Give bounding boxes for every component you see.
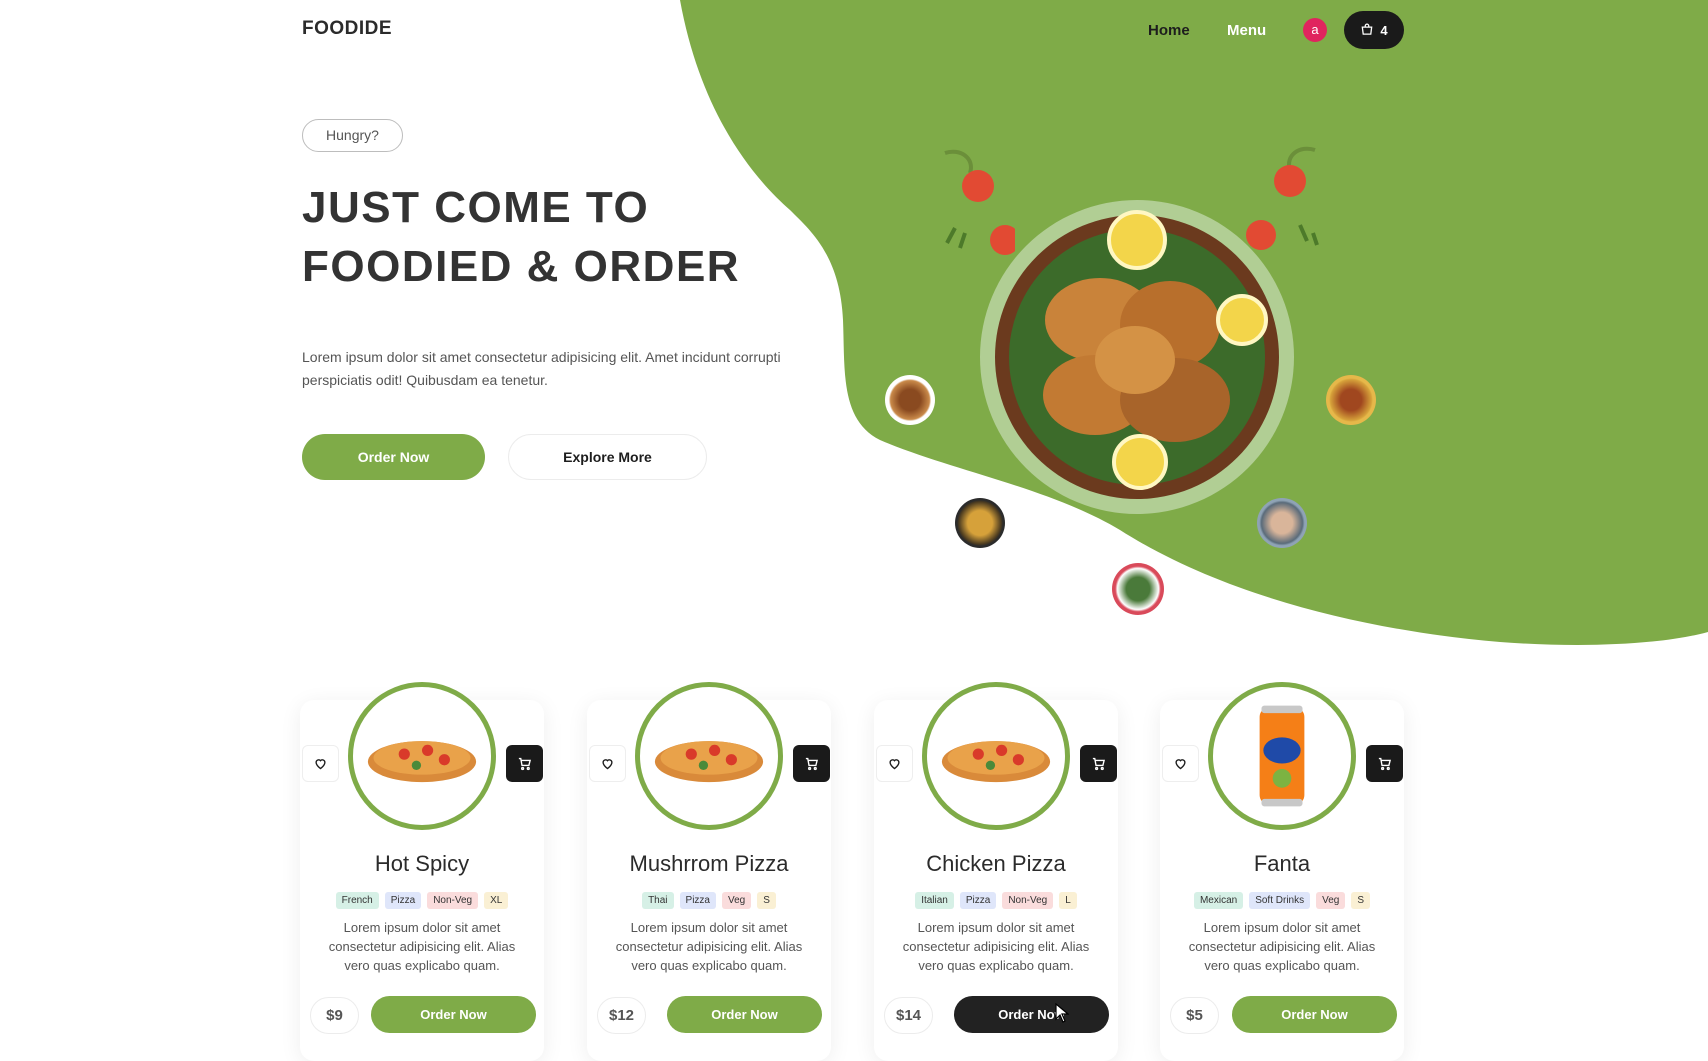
tag: Soft Drinks: [1249, 892, 1311, 909]
dish-thumbnail-2[interactable]: [1326, 375, 1376, 425]
hero-description: Lorem ipsum dolor sit amet consectetur a…: [302, 349, 781, 388]
cart-icon: [518, 757, 532, 771]
product-tags: Italian Pizza Non-Veg L: [874, 892, 1118, 909]
dish-thumbnail-5[interactable]: [1112, 563, 1164, 615]
nav-home-link[interactable]: Home: [1148, 22, 1190, 39]
tag: Thai: [642, 892, 674, 909]
fanta-can-image: [1208, 682, 1356, 830]
favorite-button[interactable]: [302, 745, 339, 782]
product-tags: French Pizza Non-Veg XL: [300, 892, 544, 909]
add-to-cart-button[interactable]: [506, 745, 543, 782]
add-to-cart-button[interactable]: [793, 745, 830, 782]
product-description: Lorem ipsum dolor sit amet consectetur a…: [615, 920, 803, 973]
tag: Pizza: [959, 892, 997, 909]
product-price: $5: [1170, 997, 1219, 1034]
order-now-button[interactable]: Order Now: [954, 996, 1109, 1033]
favorite-button[interactable]: [1162, 745, 1199, 782]
order-now-button[interactable]: Order Now: [1232, 996, 1397, 1033]
tag: Pizza: [679, 892, 716, 909]
tag: Non-Veg: [427, 892, 479, 909]
product-price: $12: [597, 997, 646, 1034]
hero-order-now-button[interactable]: Order Now: [302, 434, 485, 480]
heart-icon: [602, 759, 613, 770]
tag: Italian: [915, 892, 954, 909]
cart-icon: [805, 757, 819, 771]
dish-thumbnail-4[interactable]: [1257, 498, 1307, 548]
product-description: Lorem ipsum dolor sit amet consectetur a…: [902, 920, 1090, 973]
header-cart-button[interactable]: 4: [1344, 11, 1404, 49]
tag: XL: [484, 892, 509, 909]
heart-icon: [889, 759, 900, 770]
hero-badge: Hungry?: [302, 119, 403, 152]
cursor-icon: [1055, 1003, 1069, 1023]
cart-icon: [1092, 757, 1106, 771]
user-avatar[interactable]: a: [1303, 18, 1327, 42]
tag: Veg: [721, 892, 752, 909]
add-to-cart-button[interactable]: [1366, 745, 1403, 782]
product-name: Fanta: [1253, 851, 1311, 876]
tag: S: [1351, 892, 1371, 909]
tag: Mexican: [1193, 892, 1244, 909]
pizza-image: [635, 682, 783, 830]
dish-thumbnail-3[interactable]: [955, 498, 1005, 548]
tomato-garnish-left-image: [944, 149, 1015, 255]
tomato-garnish-right-image: [1246, 146, 1319, 250]
favorite-button[interactable]: [876, 745, 913, 782]
product-name: Mushrrom Pizza: [629, 851, 789, 876]
cart-icon: [1378, 757, 1392, 771]
hero-title-line-1: JUST COME TO: [302, 183, 650, 232]
heart-icon: [1175, 759, 1186, 770]
product-tags: Mexican Soft Drinks Veg S: [1160, 892, 1404, 909]
explore-more-button[interactable]: Explore More: [508, 434, 707, 480]
tag: S: [757, 892, 776, 909]
cart-count: 4: [1380, 22, 1388, 38]
add-to-cart-button[interactable]: [1080, 745, 1117, 782]
product-description: Lorem ipsum dolor sit amet consectetur a…: [1188, 920, 1376, 973]
nav-menu-link[interactable]: Menu: [1227, 22, 1266, 39]
tag: L: [1059, 892, 1077, 909]
product-tags: Thai Pizza Veg S: [587, 892, 831, 909]
product-name: Hot Spicy: [374, 851, 470, 876]
tag: French: [335, 892, 379, 909]
product-price: $9: [310, 997, 359, 1034]
hero-title: JUST COME TO FOODIED & ORDER: [302, 178, 862, 296]
favorite-button[interactable]: [589, 745, 626, 782]
hero-title-line-2: FOODIED & ORDER: [302, 242, 741, 291]
pizza-image: [922, 682, 1070, 830]
tag: Pizza: [384, 892, 422, 909]
order-now-button[interactable]: Order Now: [667, 996, 822, 1033]
order-now-button[interactable]: Order Now: [371, 996, 536, 1033]
tag: Veg: [1316, 892, 1346, 909]
pizza-image: [348, 682, 496, 830]
hero-green-blob: [680, 0, 1708, 645]
cart-icon: [1361, 23, 1373, 35]
brand-logo[interactable]: FOODIDE: [302, 18, 392, 40]
product-name: Chicken Pizza: [926, 851, 1066, 876]
product-price: $14: [884, 997, 933, 1034]
heart-icon: [315, 759, 326, 770]
tag: Non-Veg: [1002, 892, 1054, 909]
product-description: Lorem ipsum dolor sit amet consectetur a…: [328, 920, 516, 973]
dish-thumbnail-1[interactable]: [885, 375, 935, 425]
